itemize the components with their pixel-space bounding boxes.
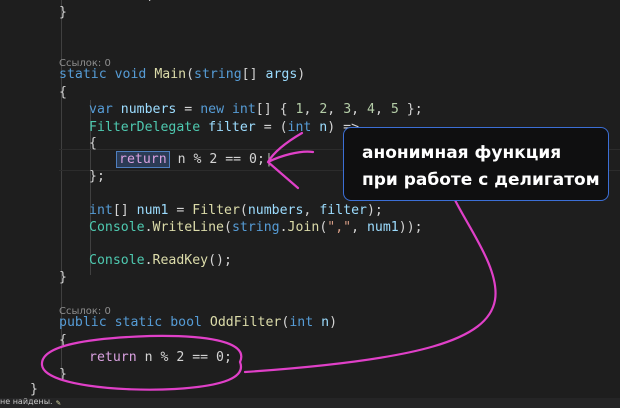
- annotation-callout: анонимная функция при работе с делигатом: [343, 127, 609, 201]
- annotation-circle: [40, 334, 243, 391]
- pen-annotation: [40, 131, 497, 391]
- broom-icon[interactable]: ✎: [56, 398, 61, 407]
- status-message: не найдены.: [0, 398, 53, 406]
- status-bar: не найдены. ✎: [0, 398, 620, 408]
- callout-line-1: анонимная функция: [362, 143, 562, 163]
- annotation-connector: [243, 198, 497, 374]
- annotation-arrow: [266, 131, 315, 190]
- callout-line-2: при работе с делигатом: [362, 170, 600, 190]
